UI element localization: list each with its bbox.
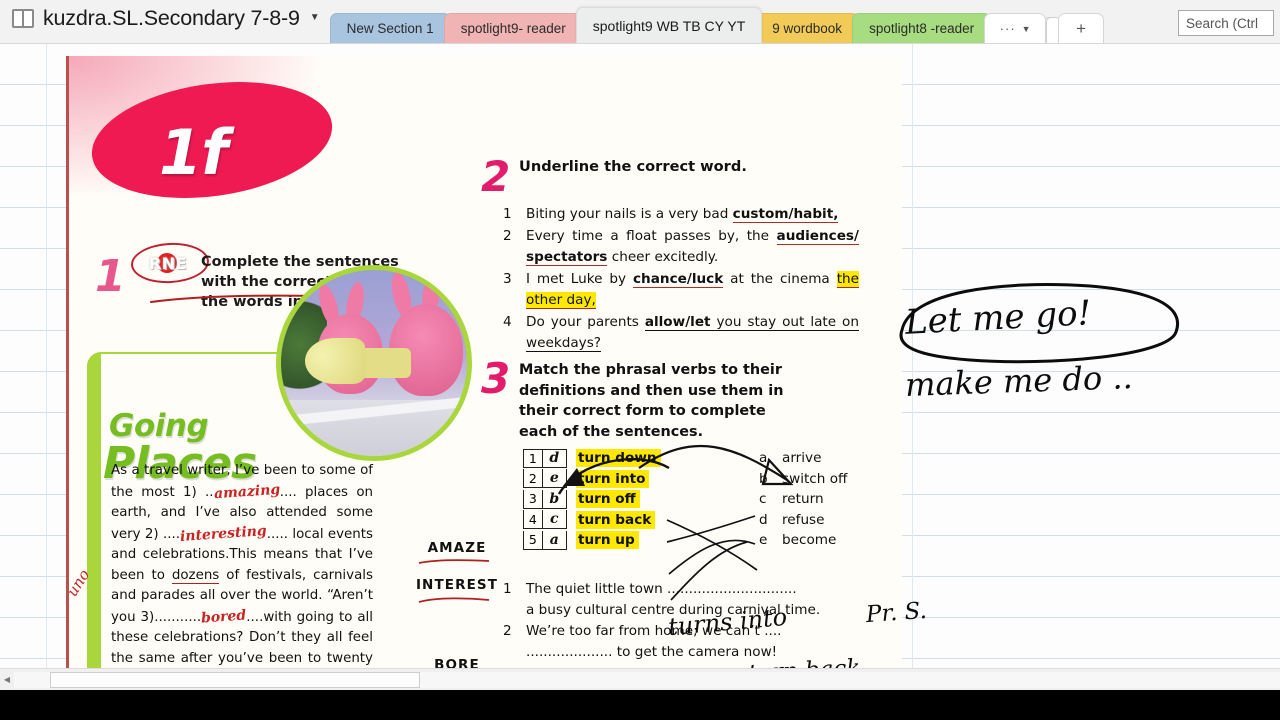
item-number: 3 — [503, 270, 512, 287]
carnival-photo — [276, 265, 472, 461]
handwritten-answer-1: amazing — [213, 481, 281, 502]
underlined-word-dozens: dozens — [171, 567, 220, 584]
exercise-2-item-4: 4 Do your parents allow/let you stay out… — [503, 312, 859, 355]
exercise-2-item-2: 2 Every time a float passes by, the audi… — [503, 226, 859, 269]
title-bar: kuzdra.SL.Secondary 7-8-9 ▼ New Section … — [0, 0, 1280, 44]
notebook-icon — [12, 9, 34, 28]
item-number: 4 — [503, 313, 512, 330]
item-number: 2 — [503, 227, 512, 244]
exercise-2-item-1: 1 Biting your nails is a very bad custom… — [503, 204, 859, 226]
item-text: Biting your nails is a very bad — [526, 206, 733, 222]
trumpet-bell — [305, 338, 365, 384]
rne-handwritten-circle — [130, 240, 210, 286]
section-tab-3[interactable]: 9 wordbook — [755, 13, 860, 43]
margin-rule-left — [46, 44, 47, 678]
search-input[interactable]: Search (Ctrl — [1178, 10, 1274, 36]
item-text: I met Luke by — [526, 270, 633, 287]
item-body: Do your parents allow/let you stay out l… — [526, 312, 859, 355]
item-body: Every time a float passes by, the audien… — [526, 226, 859, 269]
amaze-underline — [418, 559, 490, 564]
handwritten-answer-3: bored — [200, 606, 247, 627]
sentence-number: 1 — [503, 581, 512, 597]
chevron-down-icon[interactable]: ▼ — [310, 12, 320, 25]
scroll-track[interactable] — [14, 671, 1280, 688]
item-bold-choice: custom/habit, — [732, 206, 839, 223]
letterbox-bar — [0, 690, 1280, 720]
exercise-2-item-3: 3 I met Luke by chance/luck at the cinem… — [503, 269, 859, 312]
scroll-thumb[interactable] — [50, 671, 420, 688]
section-tab-1[interactable]: spotlight9- reader — [443, 13, 583, 43]
exercise-2-number: 2 — [481, 152, 511, 201]
chevron-down-icon: ▼ — [1021, 23, 1031, 34]
search-area: Search (Ctrl — [1168, 0, 1280, 43]
scroll-left-arrow-icon[interactable]: ◀ — [0, 669, 14, 690]
section-tab-4[interactable]: spotlight8 -reader — [852, 13, 992, 43]
item-body: Biting your nails is a very bad custom/h… — [526, 204, 859, 226]
exercise-2-items: 1 Biting your nails is a very bad custom… — [503, 204, 859, 355]
interest-underline — [418, 597, 490, 603]
textbook-page-image[interactable]: 1f 1 RNE Complete the sentences with the… — [66, 56, 902, 678]
item-text-2: at the cinema — [723, 270, 837, 287]
add-section-button[interactable]: + — [1058, 13, 1105, 43]
item-text-2: cheer excitedly. — [607, 249, 719, 265]
item-text: Do your parents — [526, 313, 645, 330]
page-canvas[interactable]: 1f 1 RNE Complete the sentences with the… — [0, 44, 1280, 678]
section-tab-2[interactable]: spotlight9 WB TB CY YT — [575, 7, 763, 43]
sentence-blank: .................... — [526, 644, 613, 660]
sentence-blank: .......................... — [684, 581, 797, 597]
item-body: I met Luke by chance/luck at the cinema … — [526, 269, 859, 312]
handwritten-note-3: Pr. S. — [865, 597, 928, 629]
exercise-1-number: 1 — [95, 251, 126, 302]
notebook-title: kuzdra.SL.Secondary 7-8-9 — [43, 6, 300, 30]
word-amaze: AMAZE — [427, 540, 487, 556]
section-tab-strip: New Section 1 spotlight9- reader spotlig… — [329, 0, 1168, 43]
tab-overflow-button[interactable]: ··· ▼ — [984, 13, 1047, 43]
exercise-3-number: 3 — [481, 354, 511, 403]
sentence-text-2: to get the camera now! — [612, 644, 778, 660]
section-tab-0[interactable]: New Section 1 — [329, 13, 451, 43]
notebook-switcher[interactable]: kuzdra.SL.Secondary 7-8-9 ▼ — [0, 0, 330, 43]
item-text: Every time a float passes by, the — [526, 227, 777, 244]
word-interest: INTEREST — [415, 577, 499, 593]
item-bold-choice: allow/let — [644, 313, 711, 331]
ellipsis-icon: ··· — [999, 20, 1016, 36]
sentence-number: 2 — [503, 623, 512, 639]
travel-writer-paragraph: As a travel writer, I’ve been to some of… — [111, 461, 373, 678]
sentence-text: The quiet little town .... — [526, 581, 685, 597]
handwritten-note-2: make me do .. — [904, 358, 1134, 404]
item-bold-choice: chance/luck — [632, 270, 724, 288]
unit-label: 1f — [159, 116, 228, 189]
handwritten-answer-2: interesting — [179, 522, 268, 545]
item-number: 1 — [503, 206, 512, 222]
exercise-2-title: Underline the correct word. — [519, 158, 747, 175]
horizontal-scrollbar[interactable]: ◀ — [0, 668, 1280, 690]
